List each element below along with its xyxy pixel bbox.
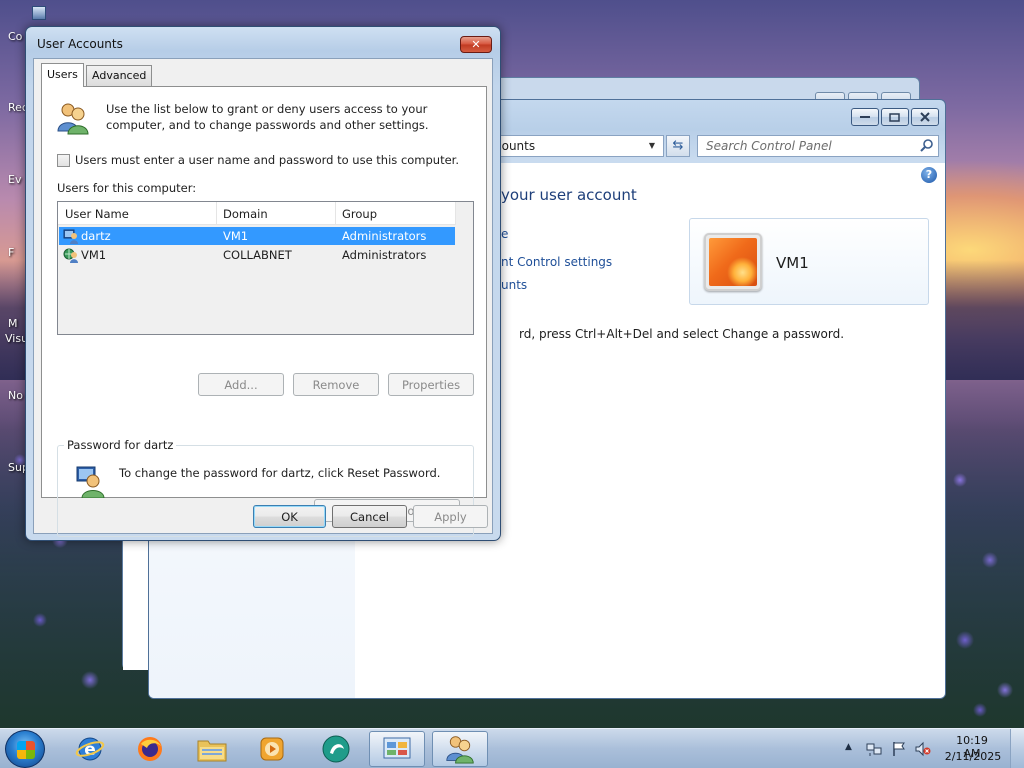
tab-advanced[interactable]: Advanced [86, 65, 153, 86]
user-card: VM1 [689, 218, 929, 305]
remove-user-button[interactable]: Remove [293, 373, 379, 396]
user-group-cell: Administrators [342, 229, 427, 243]
window-sidebar-fragment [123, 536, 149, 670]
column-separator[interactable] [216, 202, 217, 224]
help-icon[interactable]: ? [921, 167, 937, 183]
users-tab-panel: Use the list below to grant or deny user… [41, 86, 487, 537]
close-icon [920, 112, 930, 122]
taskbar-file-explorer[interactable] [184, 731, 240, 767]
window-caption-buttons [851, 108, 939, 126]
refresh-icon[interactable]: ⇆ [666, 135, 690, 157]
search-input[interactable]: Search Control Panel [697, 135, 939, 157]
taskbar-media-player[interactable] [244, 731, 300, 767]
media-player-icon [260, 737, 284, 761]
intro-text: Use the list below to grant or deny user… [106, 102, 429, 132]
user-card-name: VM1 [776, 254, 809, 272]
must-enter-password-checkbox[interactable] [57, 153, 70, 167]
minimize-icon [860, 116, 870, 118]
taskbar-firefox[interactable] [122, 731, 178, 767]
windows-logo-icon [17, 741, 35, 759]
column-header-group[interactable]: Group [342, 207, 377, 221]
local-user-icon [63, 229, 78, 244]
user-accounts-dialog[interactable]: User Accounts ✕ Users Advanced Use the l… [25, 26, 501, 541]
list-header: User Name Domain Group [58, 202, 456, 225]
restore-icon [889, 113, 900, 122]
user-row[interactable]: dartz VM1 Administrators [59, 227, 455, 245]
apply-button[interactable]: Apply [413, 505, 488, 528]
column-header-domain[interactable]: Domain [223, 207, 268, 221]
desktop-icon-label[interactable]: F [8, 246, 14, 259]
ok-button[interactable]: OK [253, 505, 326, 528]
user-group-cell: Administrators [342, 248, 427, 262]
show-hidden-icons-button[interactable]: ▲ [845, 742, 852, 752]
search-icon[interactable] [919, 138, 935, 154]
desktop-icon-label[interactable]: Ev [8, 173, 21, 186]
taskbar-internet-explorer[interactable]: e [62, 731, 118, 767]
internet-explorer-icon: e [75, 737, 105, 761]
user-key-icon [76, 466, 105, 498]
dialog-title: User Accounts [37, 37, 123, 51]
clock-date[interactable]: 2/11/2025 [944, 750, 1002, 763]
tab-users[interactable]: Users [41, 63, 84, 87]
properties-button[interactable]: Properties [388, 373, 474, 396]
user-accounts-icon [446, 736, 474, 764]
close-button[interactable]: ✕ [460, 36, 492, 53]
control-panel-icon [383, 737, 411, 759]
close-button[interactable] [911, 108, 939, 126]
must-enter-password-option[interactable]: Users must enter a user name and passwor… [57, 153, 459, 167]
desktop-icon-label[interactable]: Co [8, 30, 22, 43]
close-icon: ✕ [471, 38, 481, 51]
domain-user-icon [63, 248, 78, 263]
password-instructions: To change the password for dartz, click … [119, 466, 441, 480]
computer-icon[interactable] [32, 6, 46, 20]
must-enter-password-label[interactable]: Users must enter a user name and passwor… [75, 153, 459, 167]
firefox-icon [138, 737, 162, 761]
chevron-down-icon[interactable]: ▼ [645, 140, 659, 152]
user-domain-cell: COLLABNET [223, 248, 292, 262]
taskbar-control-panel[interactable] [369, 731, 425, 767]
desktop-icon-label[interactable]: M [8, 317, 18, 330]
taskbar-user-accounts[interactable] [432, 731, 488, 767]
password-hint-text: rd, press Ctrl+Alt+Del and select Change… [519, 327, 845, 341]
users-list[interactable]: User Name Domain Group dartz VM1 Adminis… [57, 201, 474, 335]
list-scrollbar-track[interactable] [456, 202, 473, 334]
minimize-button[interactable] [851, 108, 879, 126]
user-name-cell: dartz [81, 229, 111, 243]
column-header-user-name[interactable]: User Name [65, 207, 129, 221]
desktop-icon-label[interactable]: No [8, 389, 23, 402]
network-icon[interactable] [866, 741, 882, 757]
volume-muted-icon[interactable] [915, 741, 931, 757]
taskbar: e ▲ 10:19 AM 2/11/2025 [0, 728, 1024, 768]
users-group-icon [57, 103, 89, 135]
address-bar-text: counts [495, 139, 536, 153]
cancel-button[interactable]: Cancel [332, 505, 407, 528]
restore-button[interactable] [881, 108, 909, 126]
file-explorer-icon [197, 740, 227, 762]
change-password-link[interactable]: e [501, 227, 508, 241]
action-center-flag-icon[interactable] [891, 741, 907, 757]
user-row[interactable]: VM1 COLLABNET Administrators [59, 246, 455, 264]
flower-avatar-image [709, 238, 757, 286]
user-domain-cell: VM1 [223, 229, 249, 243]
start-button[interactable] [5, 730, 45, 768]
bing-maps-icon [322, 735, 350, 763]
column-separator[interactable] [335, 202, 336, 224]
taskbar-bing-maps[interactable] [308, 731, 364, 767]
add-user-button[interactable]: Add... [198, 373, 284, 396]
password-group-title: Password for dartz [64, 438, 177, 452]
show-desktop-button[interactable] [1010, 729, 1024, 768]
page-title: your user account [501, 186, 637, 204]
manage-accounts-link[interactable]: unts [501, 278, 527, 292]
user-name-cell: VM1 [81, 248, 107, 262]
user-picture[interactable] [704, 233, 762, 291]
users-list-label: Users for this computer: [57, 181, 197, 195]
dialog-body: Users Advanced Use the list below to gra… [33, 58, 493, 537]
uac-settings-link[interactable]: nt Control settings [501, 255, 612, 269]
